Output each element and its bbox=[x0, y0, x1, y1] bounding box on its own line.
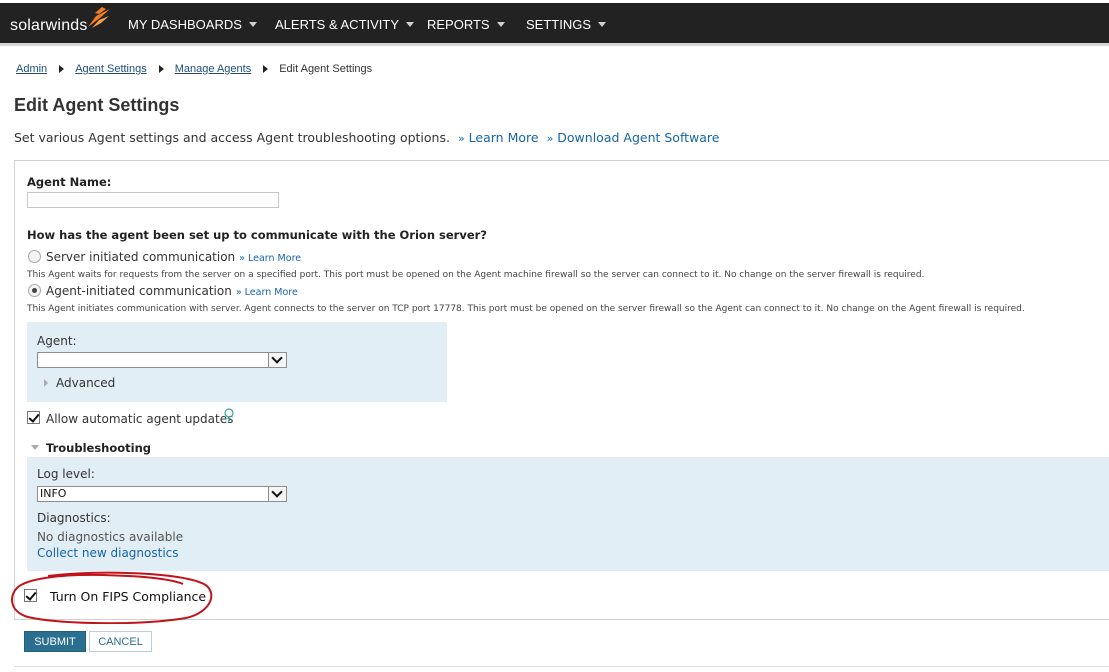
submit-button[interactable]: SUBMIT bbox=[24, 631, 86, 652]
raquo-icon: » bbox=[457, 132, 465, 145]
page-subtitle: Set various Agent settings and access Ag… bbox=[14, 130, 719, 145]
lightbulb-icon[interactable] bbox=[224, 408, 234, 422]
chevron-down-icon bbox=[268, 487, 286, 501]
nav-label: ALERTS & ACTIVITY bbox=[275, 16, 400, 32]
auto-updates-checkbox[interactable] bbox=[27, 411, 40, 424]
nav-settings[interactable]: SETTINGS bbox=[526, 15, 607, 33]
server-initiated-label: Server initiated communication» Learn Mo… bbox=[46, 250, 301, 264]
solarwinds-bird-icon bbox=[88, 7, 110, 28]
server-initiated-text: Server initiated communication bbox=[46, 250, 236, 264]
breadcrumb-current: Edit Agent Settings bbox=[279, 63, 373, 75]
chevron-down-icon bbox=[248, 21, 257, 27]
nav-label: REPORTS bbox=[427, 16, 490, 32]
cancel-button[interactable]: CANCEL bbox=[89, 631, 152, 652]
server-initiated-help: This Agent waits for requests from the s… bbox=[27, 270, 925, 280]
breadcrumb: Admin Agent Settings Manage Agents Edit … bbox=[16, 61, 372, 77]
fips-compliance-checkbox[interactable] bbox=[24, 589, 37, 602]
agent-select[interactable] bbox=[37, 352, 287, 368]
fips-compliance-label: Turn On FIPS Compliance bbox=[50, 589, 207, 604]
log-level-select[interactable]: INFO bbox=[37, 486, 287, 502]
learn-more-link[interactable]: Learn More bbox=[469, 130, 539, 145]
chevron-down-icon bbox=[496, 21, 505, 27]
nav-alerts-activity[interactable]: ALERTS & ACTIVITY bbox=[275, 15, 415, 33]
agent-initiated-help: This Agent initiates communication with … bbox=[27, 304, 1025, 314]
raquo-icon: » bbox=[546, 132, 554, 145]
collect-diagnostics-link[interactable]: Collect new diagnostics bbox=[37, 546, 179, 560]
agent-name-label: Agent Name: bbox=[27, 175, 112, 189]
nav-my-dashboards[interactable]: MY DASHBOARDS bbox=[128, 15, 257, 33]
top-nav-bar: solarwinds MY DASHBOARDS ALERTS & ACTIVI… bbox=[0, 3, 1109, 43]
troubleshooting-panel bbox=[27, 457, 1109, 571]
breadcrumb-manage-agents[interactable]: Manage Agents bbox=[175, 63, 251, 75]
nav-label: MY DASHBOARDS bbox=[128, 16, 242, 32]
caret-right-icon bbox=[263, 65, 269, 73]
chevron-down-icon bbox=[406, 21, 415, 27]
troubleshooting-toggle[interactable]: Troubleshooting bbox=[46, 441, 151, 455]
caret-right-icon bbox=[59, 65, 65, 73]
communication-question: How has the agent been set up to communi… bbox=[27, 228, 487, 242]
agent-initiated-label: Agent-initiated communication » Learn Mor… bbox=[46, 284, 298, 298]
log-level-value: INFO bbox=[40, 487, 67, 500]
divider bbox=[14, 666, 1109, 667]
server-initiated-learn-more[interactable]: » Learn More bbox=[239, 253, 301, 264]
solarwinds-logo[interactable]: solarwinds bbox=[10, 7, 110, 36]
logo-text: solarwinds bbox=[10, 17, 88, 34]
breadcrumb-admin[interactable]: Admin bbox=[16, 63, 47, 75]
subtitle-text: Set various Agent settings and access Ag… bbox=[14, 130, 450, 145]
no-diagnostics-text: No diagnostics available bbox=[37, 530, 184, 544]
nav-label: SETTINGS bbox=[526, 16, 592, 32]
agent-initiated-text: Agent-initiated communication bbox=[46, 284, 232, 298]
agent-label: Agent: bbox=[37, 334, 77, 348]
caret-right-icon bbox=[44, 379, 48, 387]
download-agent-software-link[interactable]: Download Agent Software bbox=[557, 130, 719, 145]
breadcrumb-agent-settings[interactable]: Agent Settings bbox=[75, 63, 147, 75]
auto-updates-label: Allow automatic agent updates bbox=[46, 412, 234, 426]
caret-down-icon bbox=[31, 445, 39, 450]
advanced-toggle[interactable]: Advanced bbox=[56, 376, 115, 390]
nav-shadow bbox=[0, 43, 1109, 46]
chevron-down-icon bbox=[598, 21, 607, 27]
diagnostics-label: Diagnostics: bbox=[37, 511, 111, 525]
agent-initiated-learn-more[interactable]: » Learn More bbox=[236, 287, 298, 298]
agent-name-input[interactable] bbox=[27, 192, 279, 208]
caret-right-icon bbox=[158, 65, 164, 73]
log-level-label: Log level: bbox=[37, 467, 95, 481]
server-initiated-radio[interactable] bbox=[28, 250, 41, 263]
agent-initiated-radio[interactable] bbox=[28, 284, 41, 297]
nav-reports[interactable]: REPORTS bbox=[427, 15, 505, 33]
chevron-down-icon bbox=[268, 353, 286, 367]
page-title: Edit Agent Settings bbox=[14, 95, 180, 115]
